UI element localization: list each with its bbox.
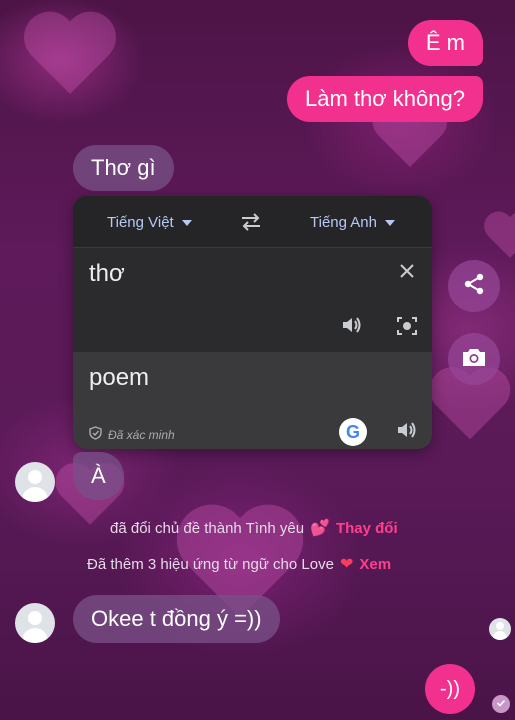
notice-text: đã đổi chủ đề thành Tình yêu (110, 519, 305, 537)
incoming-message[interactable]: Okee t đồng ý =)) (73, 595, 280, 643)
speaker-icon[interactable] (341, 315, 363, 335)
incoming-message[interactable]: À (73, 452, 124, 500)
target-language-label: Tiếng Anh (310, 214, 377, 231)
message-text: Làm thơ không? (305, 86, 465, 111)
word-effects-notice: Đã thêm 3 hiệu ứng từ ngữ cho Love ❤ Xem (87, 554, 391, 574)
shield-check-icon (89, 426, 102, 443)
google-letter: G (345, 421, 360, 442)
speaker-icon[interactable] (396, 420, 418, 440)
translated-text-area[interactable]: poem Đã xác minh G (73, 352, 432, 449)
lens-icon[interactable] (396, 315, 418, 337)
close-icon[interactable] (399, 263, 415, 279)
message-text: Thơ gì (91, 155, 156, 180)
outgoing-message[interactable]: Ê m (407, 20, 483, 66)
source-language-label: Tiếng Việt (107, 214, 174, 231)
swap-icon[interactable] (239, 213, 263, 231)
translated-text: poem (89, 364, 150, 391)
notice-text: Đã thêm 3 hiệu ứng từ ngữ cho Love (87, 555, 334, 573)
translate-language-bar: Tiếng Việt Tiếng Anh (73, 196, 432, 248)
incoming-message[interactable]: Thơ gì (73, 145, 174, 191)
background-heart (483, 213, 515, 262)
check-icon (496, 695, 506, 713)
background-heart (22, 14, 118, 100)
target-language-select[interactable]: Tiếng Anh (310, 214, 395, 231)
verified-badge: Đã xác minh (89, 426, 175, 443)
chevron-down-icon (385, 219, 395, 226)
sent-status (492, 695, 510, 713)
contact-avatar[interactable] (15, 603, 55, 643)
camera-icon (461, 346, 487, 373)
message-text: Ê m (425, 30, 465, 55)
translate-popup[interactable]: Tiếng Việt Tiếng Anh thơ poem Đã xác min… (73, 196, 432, 449)
change-theme-link[interactable]: Thay đổi (336, 520, 398, 537)
share-icon (463, 273, 485, 300)
message-text: À (91, 463, 106, 488)
message-text: -)) (440, 678, 460, 700)
contact-avatar[interactable] (15, 462, 55, 502)
read-receipt-avatar (489, 618, 511, 640)
heart-icon: ❤ (339, 556, 354, 573)
chevron-down-icon (181, 219, 192, 226)
source-text-area[interactable]: thơ (73, 249, 432, 352)
source-text: thơ (89, 260, 125, 287)
share-button[interactable] (448, 260, 500, 312)
source-language-select[interactable]: Tiếng Việt (107, 214, 192, 231)
outgoing-message[interactable]: -)) (425, 664, 475, 714)
message-text: Okee t đồng ý =)) (91, 606, 262, 631)
camera-button[interactable] (448, 333, 500, 385)
outgoing-message[interactable]: Làm thơ không? (287, 76, 483, 122)
view-effects-link[interactable]: Xem (359, 556, 391, 573)
verified-label: Đã xác minh (108, 427, 175, 442)
google-icon[interactable]: G (339, 418, 367, 446)
hearts-icon: 💕 (310, 520, 330, 537)
theme-change-notice: đã đổi chủ đề thành Tình yêu 💕 Thay đổi (110, 518, 398, 538)
